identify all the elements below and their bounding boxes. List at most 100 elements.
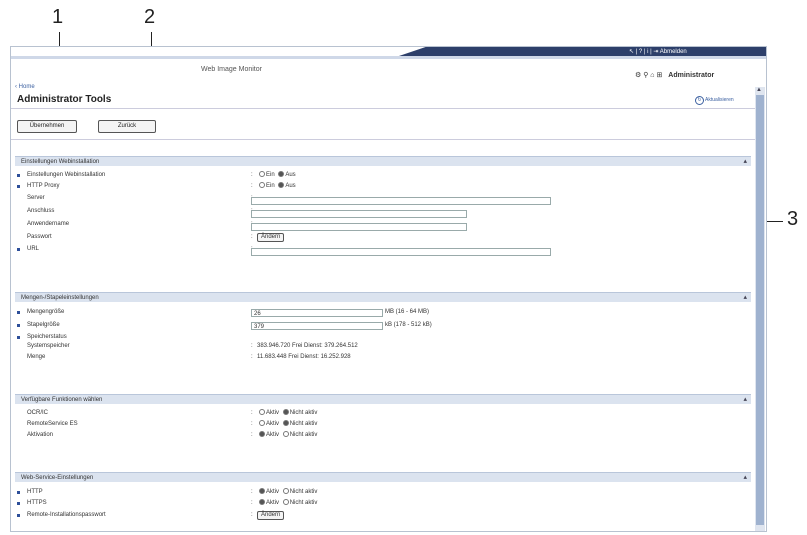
- https-radio-group: Aktiv Nicht aktiv: [257, 499, 317, 508]
- header-bar: ↖ | ? | i | ⇥ Abmelden Web Image Monitor…: [11, 47, 766, 85]
- amount-value: 11.683.448 Frei Dienst: 16.252.928: [257, 354, 351, 360]
- volume-size-hint: MB (16 - 64 MB): [385, 308, 505, 317]
- header-tool-icons[interactable]: ↖ | ? | i | ⇥ Abmelden: [629, 48, 687, 55]
- collapse-icon[interactable]: ▴: [743, 473, 747, 483]
- radio-active-option[interactable]: [259, 409, 265, 416]
- colon: :: [251, 410, 253, 416]
- row-remote-install-password: Remote-Installationspasswort : Ändern: [15, 511, 615, 520]
- radio-off-option[interactable]: [278, 182, 285, 189]
- scroll-up-icon[interactable]: ▲: [756, 87, 762, 93]
- collapse-icon[interactable]: ▴: [743, 293, 747, 303]
- row-web-install: Einstellungen Webinstallation : Ein Aus: [15, 171, 615, 180]
- section-volume-header[interactable]: Mengen-/Stapeleinstellungen ▴: [15, 292, 751, 302]
- row-password: Passwort : Ändern: [15, 233, 615, 242]
- colon: :: [251, 343, 253, 349]
- required-bullet-icon: [17, 311, 20, 314]
- change-password-button[interactable]: Ändern: [257, 233, 285, 242]
- radio-label: Nicht aktiv: [289, 500, 318, 506]
- collapse-icon[interactable]: ▴: [743, 157, 747, 167]
- radio-active-option[interactable]: [259, 488, 265, 495]
- radio-inactive-option[interactable]: [282, 488, 289, 495]
- radio-active-option[interactable]: [259, 499, 265, 506]
- row-system-memory: Systemspeicher : 383.946.720 Frei Dienst…: [15, 342, 615, 351]
- server-input[interactable]: [251, 197, 551, 205]
- row-label: Anwendername: [27, 221, 70, 227]
- colon: :: [251, 500, 253, 506]
- stack-size-hint: kB (178 - 512 kB): [385, 321, 505, 330]
- breadcrumb-home[interactable]: ‹ Home: [15, 84, 35, 90]
- collapse-icon[interactable]: ▴: [743, 395, 747, 405]
- radio-label: Nicht aktiv: [289, 410, 318, 416]
- http-proxy-radio-group: Ein Aus: [257, 182, 296, 191]
- row-label: Server: [27, 195, 45, 201]
- radio-label: Ein: [266, 172, 275, 178]
- ocr-radio-group: Aktiv Nicht aktiv: [257, 409, 317, 418]
- radio-label: Nicht aktiv: [289, 432, 318, 438]
- row-label: HTTP: [27, 489, 43, 495]
- radio-label: Ein: [266, 183, 275, 189]
- web-install-radio-group: Ein Aus: [257, 171, 296, 180]
- row-label: Systemspeicher: [27, 343, 70, 349]
- radio-active-option[interactable]: [259, 420, 265, 427]
- hint-text: MB (16 - 64 MB): [385, 309, 430, 315]
- row-amount: Menge : 11.683.448 Frei Dienst: 16.252.9…: [15, 353, 615, 362]
- row-label: HTTPS: [27, 500, 47, 506]
- radio-inactive-option[interactable]: [282, 420, 289, 427]
- system-memory-value: 383.946.720 Frei Dienst: 379.264.512: [257, 343, 358, 349]
- colon: :: [251, 489, 253, 495]
- username-input[interactable]: [251, 223, 467, 231]
- vertical-scrollbar[interactable]: ▲: [755, 87, 765, 531]
- volume-size-input[interactable]: 26: [251, 309, 383, 317]
- row-label: Menge: [27, 354, 46, 360]
- section-webservice-header[interactable]: Web-Service-Einstellungen ▴: [15, 472, 751, 482]
- radio-on-option[interactable]: [259, 182, 265, 189]
- row-label: Speicherstatus: [27, 334, 67, 340]
- radio-label: Aktiv: [266, 410, 280, 416]
- row-label: Stapelgröße: [27, 322, 60, 328]
- row-activation: Aktivation : Aktiv Nicht aktiv: [15, 431, 615, 440]
- radio-inactive-option[interactable]: [282, 409, 289, 416]
- callout-2: 2: [144, 6, 156, 28]
- required-bullet-icon: [17, 185, 20, 188]
- activation-radio-group: Aktiv Nicht aktiv: [257, 431, 317, 440]
- radio-active-option[interactable]: [259, 431, 265, 438]
- row-label: Passwort: [27, 234, 52, 240]
- scrollbar-thumb[interactable]: [756, 95, 764, 525]
- callout-1: 1: [52, 6, 64, 28]
- section-web-install-header[interactable]: Einstellungen Webinstallation ▴: [15, 156, 751, 166]
- header-light-band: [11, 56, 766, 59]
- remote-radio-group: Aktiv Nicht aktiv: [257, 420, 317, 429]
- row-remote-service: RemoteService ES : Aktiv Nicht aktiv: [15, 420, 615, 429]
- stack-size-input[interactable]: 379: [251, 322, 383, 330]
- apply-button[interactable]: Übernehmen: [17, 120, 77, 133]
- radio-inactive-option[interactable]: [282, 431, 289, 438]
- radio-label: Nicht aktiv: [289, 489, 318, 495]
- row-https: HTTPS : Aktiv Nicht aktiv: [15, 499, 615, 508]
- section-functions-header[interactable]: Verfügbare Funktionen wählen ▴: [15, 394, 751, 404]
- port-input[interactable]: [251, 210, 467, 218]
- refresh-icon: ↻: [695, 96, 704, 105]
- change-remote-password-button[interactable]: Ändern: [257, 511, 285, 520]
- radio-on-option[interactable]: [259, 171, 265, 178]
- refresh-link[interactable]: ↻ Aktualisieren: [695, 96, 735, 105]
- admin-icons[interactable]: ⚙ ⚲ ⌂ ⊞: [635, 72, 662, 79]
- required-bullet-icon: [17, 514, 20, 517]
- colon: :: [251, 172, 253, 178]
- colon: :: [251, 183, 253, 189]
- title-divider: [11, 108, 756, 109]
- radio-off-option[interactable]: [278, 171, 285, 178]
- back-button[interactable]: Zurück: [98, 120, 156, 133]
- radio-label: Aktiv: [266, 421, 280, 427]
- refresh-label: Aktualisieren: [705, 97, 734, 103]
- section-title: Mengen-/Stapeleinstellungen: [21, 295, 99, 301]
- callout-3: 3: [787, 208, 799, 230]
- row-label: RemoteService ES: [27, 421, 78, 427]
- required-bullet-icon: [17, 502, 20, 505]
- row-ocr: OCR/IC : Aktiv Nicht aktiv: [15, 409, 615, 418]
- row-label: URL: [27, 246, 40, 252]
- row-label: Mengengröße: [27, 309, 65, 315]
- radio-inactive-option[interactable]: [282, 499, 289, 506]
- url-input[interactable]: [251, 248, 551, 256]
- radio-label: Aktiv: [266, 489, 280, 495]
- button-divider: [11, 139, 756, 140]
